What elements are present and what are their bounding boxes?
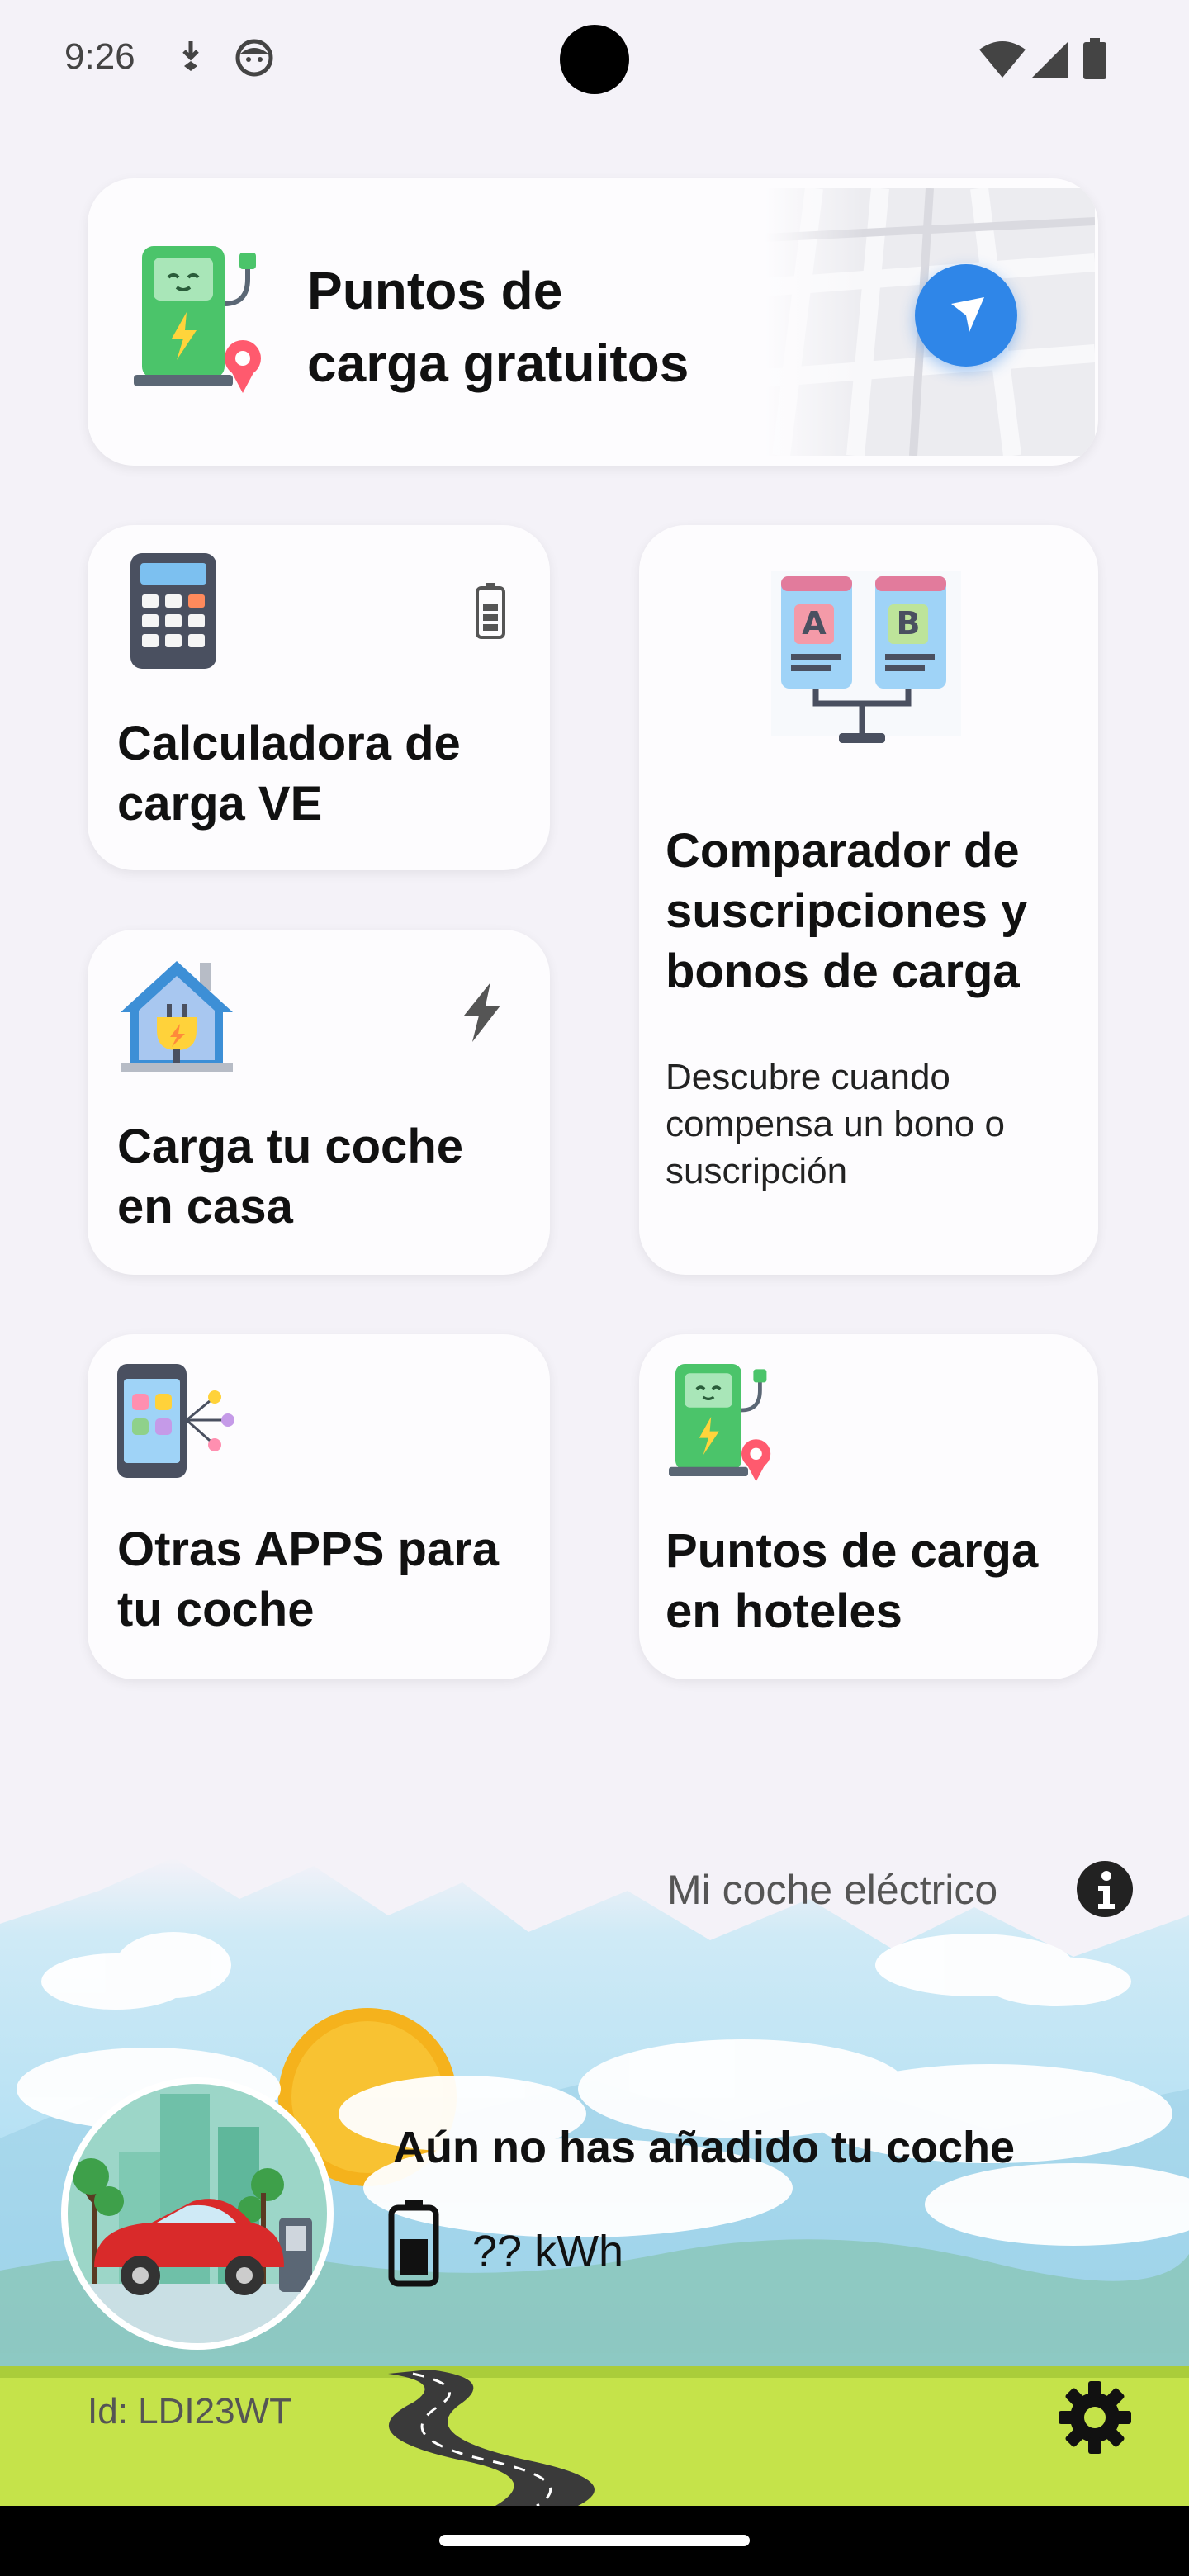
charging-station-icon [134, 246, 261, 393]
hotel-charging-card[interactable]: Puntos de carga en hoteles [639, 1334, 1098, 1679]
battery-icon [1083, 38, 1106, 79]
front-camera [560, 25, 629, 94]
home-charging-title-line2: en casa [117, 1180, 293, 1234]
signal-icon [1032, 41, 1068, 78]
subscription-comparator-title: Comparador de suscripciones y bonos de c… [666, 821, 1027, 1002]
navigation-button[interactable] [915, 264, 1017, 367]
hotel-charging-title-line1: Puntos de carga [666, 1524, 1039, 1578]
subscription-comparator-card[interactable]: A B Comparador de suscripciones y bonos … [639, 525, 1098, 1275]
compare-ab-icon: A B [771, 571, 961, 743]
home-charging-title-line1: Carga tu coche [117, 1120, 463, 1173]
hotel-charging-icon [669, 1364, 771, 1482]
charge-calculator-card[interactable]: Calculadora de carga VE [88, 525, 550, 870]
home-gesture-handle[interactable] [439, 2535, 750, 2546]
other-apps-title: Otras APPS para tu coche [117, 1519, 499, 1640]
charge-calculator-title: Calculadora de carga VE [117, 713, 461, 834]
svg-text:B: B [897, 605, 921, 642]
car-avatar[interactable] [61, 2077, 334, 2350]
svg-text:A: A [802, 605, 827, 642]
subscription-comparator-desc-line1: Descubre cuando [666, 1057, 950, 1097]
hotel-charging-title: Puntos de carga en hoteles [666, 1521, 1038, 1641]
my-car-label: Mi coche eléctrico [667, 1867, 998, 1913]
free-charging-points-title: Puntos de carga gratuitos [307, 254, 689, 400]
my-car-section: Mi coche eléctrico Aún no has añadido tu… [0, 1841, 1189, 2506]
battery-level-icon [388, 2200, 439, 2287]
other-apps-card[interactable]: Otras APPS para tu coche [88, 1334, 550, 1679]
other-apps-title-line1: Otras APPS para [117, 1522, 500, 1576]
apps-phone-icon [117, 1364, 234, 1478]
charge-calculator-title-line2: carga VE [117, 777, 323, 831]
status-bar: 9:26 [0, 0, 1189, 124]
battery-energy: ?? kWh [472, 2227, 624, 2276]
status-time: 9:26 [64, 36, 135, 77]
free-charging-points-title-line2: carga gratuitos [307, 334, 689, 393]
other-apps-title-line2: tu coche [117, 1583, 315, 1636]
subscription-comparator-title-line3: bonos de carga [666, 945, 1020, 998]
car-id-label: Id: LDI23WT [88, 2391, 291, 2432]
wifi-icon [979, 41, 1026, 78]
subscription-comparator-title-line1: Comparador de [666, 824, 1020, 878]
face-icon [235, 39, 273, 77]
hotel-charging-title-line2: en hoteles [666, 1584, 902, 1638]
battery-small-icon [476, 583, 505, 639]
subscription-comparator-description: Descubre cuando compensa un bono o suscr… [666, 1054, 1005, 1195]
home-charging-title: Carga tu coche en casa [117, 1116, 463, 1237]
subscription-comparator-desc-line3: suscripción [666, 1151, 848, 1191]
no-car-message: Aún no has añadido tu coche [393, 2123, 1016, 2172]
charge-calculator-title-line1: Calculadora de [117, 717, 461, 770]
lightning-icon [464, 983, 500, 1042]
gear-icon[interactable] [1057, 2379, 1133, 2455]
navigation-arrow-icon [951, 297, 984, 332]
subscription-comparator-title-line2: suscripciones y [666, 884, 1028, 938]
info-icon[interactable] [1075, 1859, 1135, 1919]
calculator-icon [130, 553, 216, 669]
house-plug-icon [121, 961, 233, 1072]
free-charging-points-card[interactable]: Puntos de carga gratuitos [88, 178, 1098, 466]
home-charging-card[interactable]: Carga tu coche en casa [88, 930, 550, 1275]
car-avatar-icon [63, 2079, 332, 2348]
free-charging-points-title-line1: Puntos de [307, 261, 563, 320]
subscription-comparator-desc-line2: compensa un bono o [666, 1104, 1005, 1144]
download-icon [182, 41, 199, 71]
